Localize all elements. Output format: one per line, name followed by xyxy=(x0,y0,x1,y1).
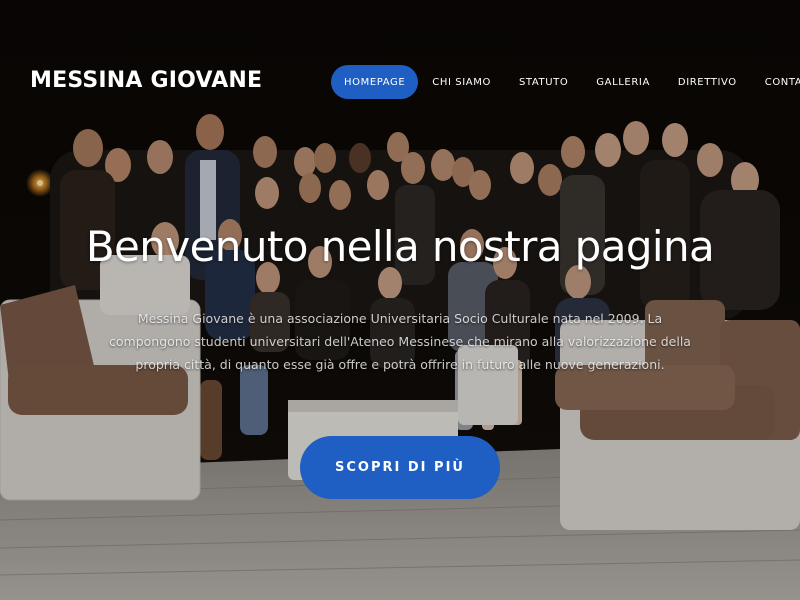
hero-content: Benvenuto nella nostra pagina Messina Gi… xyxy=(0,0,800,600)
hero-description: Messina Giovane è una associazione Unive… xyxy=(109,311,691,372)
hero-section: MESSINA GIOVANE HOMEPAGE CHI SIAMO STATU… xyxy=(0,0,800,600)
discover-more-button[interactable]: SCOPRI DI PIÙ xyxy=(300,436,500,499)
hero-title: Benvenuto nella nostra pagina xyxy=(85,222,715,271)
